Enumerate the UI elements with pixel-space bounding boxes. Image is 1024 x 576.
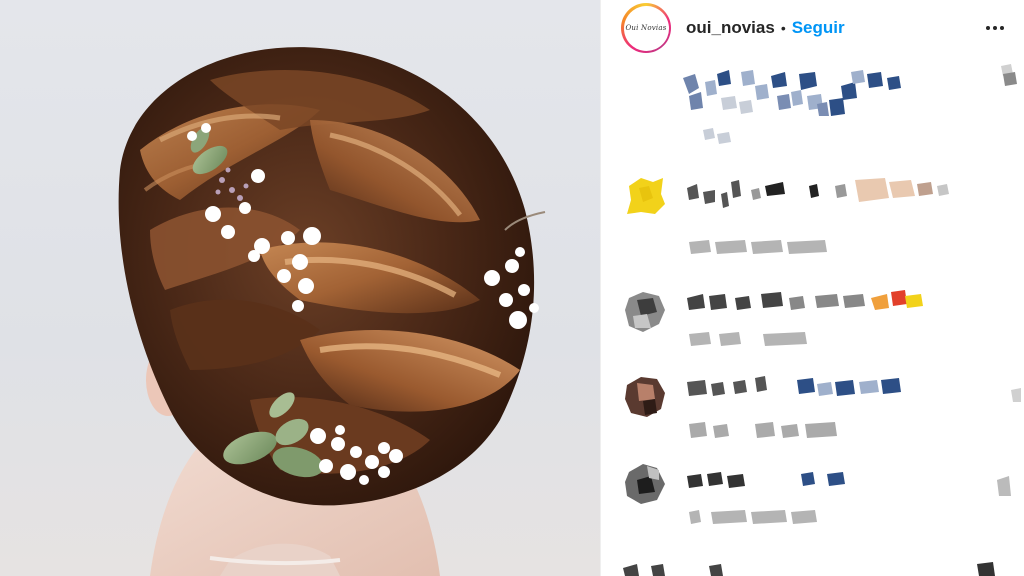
bridal-updo-photo-icon	[118, 47, 546, 576]
comment-text-pixelated	[687, 472, 845, 488]
post-sidebar: Oui Novias oui_novias • Seguir	[600, 0, 1024, 576]
pixelated-caption-blob	[683, 70, 901, 144]
account-username[interactable]: oui_novias	[686, 18, 775, 38]
commenter-avatar-pixelated[interactable]	[623, 290, 667, 334]
commenter-avatar-pixelated[interactable]	[623, 174, 667, 218]
comment-text-pixelated	[687, 376, 901, 396]
avatar-logo-text: Oui Novias	[623, 5, 669, 51]
comment-meta-pixelated	[689, 510, 817, 524]
comment-text-pixelated	[687, 290, 923, 310]
comment-text-pixelated	[687, 178, 949, 208]
commenter-avatar-pixelated[interactable]	[623, 375, 667, 419]
follow-button[interactable]: Seguir	[792, 18, 845, 38]
comment-meta-pixelated	[689, 422, 837, 438]
comments-list	[601, 60, 1024, 576]
comment-meta-pixelated	[689, 240, 827, 254]
comment-text-pixelated	[623, 562, 995, 576]
more-options-icon[interactable]	[983, 16, 1007, 40]
header-separator: •	[780, 20, 786, 36]
post-header: Oui Novias oui_novias • Seguir	[601, 0, 1024, 56]
post-photo[interactable]	[0, 0, 600, 576]
commenter-avatar-pixelated[interactable]	[623, 462, 667, 506]
comment-meta-pixelated	[689, 332, 807, 346]
account-avatar[interactable]: Oui Novias	[621, 3, 671, 53]
pixelated-edge-noise	[997, 64, 1021, 496]
